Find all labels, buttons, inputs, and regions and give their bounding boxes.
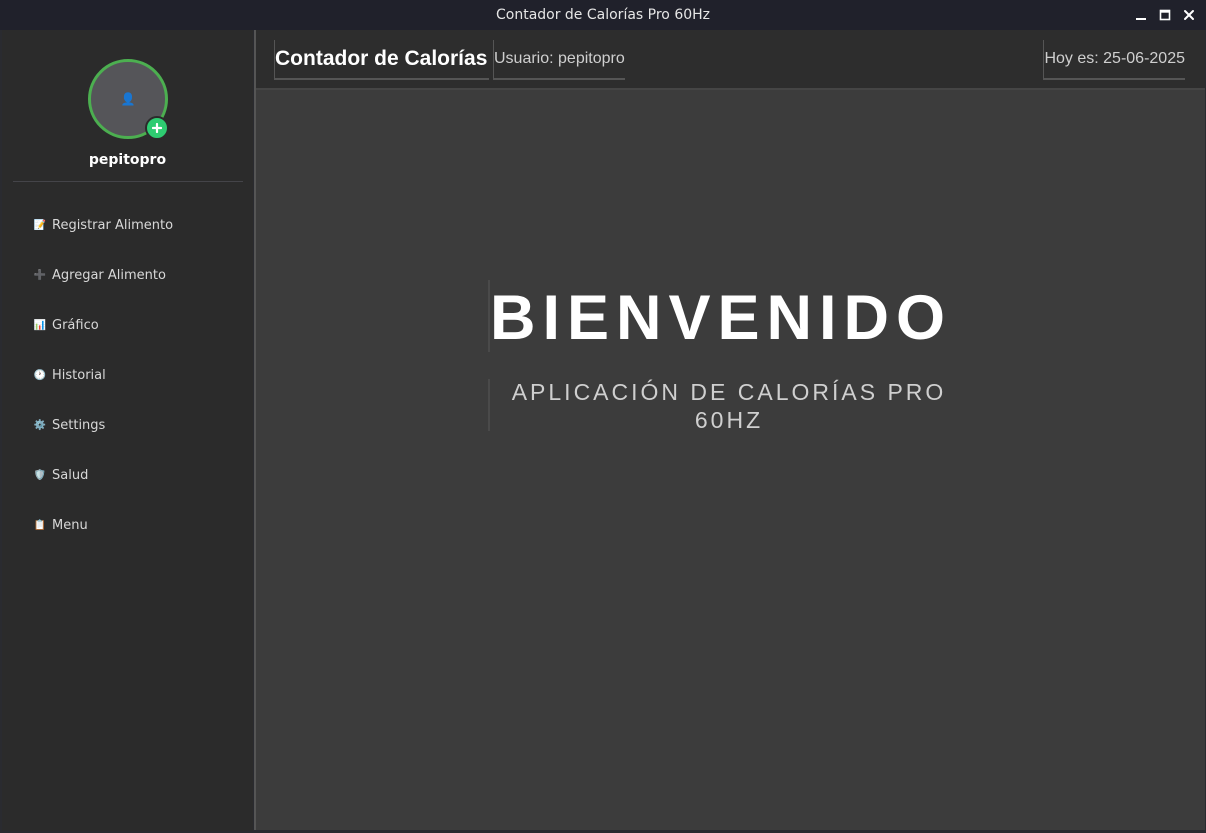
maximize-button[interactable] bbox=[1156, 6, 1174, 24]
sidebar-item-salud[interactable]: 🛡️ Salud bbox=[2, 450, 253, 500]
app-title: Contador de Calorías bbox=[274, 40, 490, 80]
sidebar-item-agregar-alimento[interactable]: ➕ Agregar Alimento bbox=[2, 250, 253, 300]
user-label: Usuario: pepitopro bbox=[493, 40, 625, 80]
bar-chart-icon: 📊 bbox=[33, 319, 47, 331]
maximize-icon bbox=[1159, 9, 1171, 21]
clock-icon: 🕐 bbox=[33, 369, 47, 381]
sidebar-item-label: Registrar Alimento bbox=[52, 217, 174, 233]
plus-icon: ➕ bbox=[33, 269, 47, 281]
date-label: Hoy es: 25-06-2025 bbox=[1043, 40, 1185, 80]
close-icon bbox=[1184, 10, 1194, 20]
sidebar-item-label: Menu bbox=[52, 517, 88, 533]
sidebar-divider bbox=[13, 181, 243, 182]
sidebar-item-historial[interactable]: 🕐 Historial bbox=[2, 350, 253, 400]
sidebar-nav: 📝 Registrar Alimento ➕ Agregar Alimento … bbox=[2, 200, 253, 550]
main-content: Contador de Calorías Usuario: pepitopro … bbox=[254, 30, 1205, 830]
header-bar: Contador de Calorías Usuario: pepitopro … bbox=[256, 30, 1205, 90]
sidebar: 👤 pepitopro 📝 Registrar Alimento ➕ Agreg… bbox=[2, 30, 253, 831]
sidebar-item-label: Gráfico bbox=[52, 317, 99, 333]
plus-icon bbox=[152, 123, 162, 133]
sidebar-item-menu[interactable]: 📋 Menu bbox=[2, 500, 253, 550]
memo-icon: 📝 bbox=[33, 219, 47, 231]
gear-icon: ⚙️ bbox=[33, 419, 47, 431]
title-bar[interactable]: Contador de Calorías Pro 60Hz bbox=[0, 0, 1206, 30]
sidebar-item-label: Settings bbox=[52, 417, 106, 433]
avatar-container: 👤 bbox=[88, 59, 169, 140]
window-title: Contador de Calorías Pro 60Hz bbox=[495, 7, 711, 23]
sidebar-item-settings[interactable]: ⚙️ Settings bbox=[2, 400, 253, 450]
close-button[interactable] bbox=[1180, 6, 1198, 24]
minimize-button[interactable] bbox=[1132, 6, 1150, 24]
minimize-icon bbox=[1136, 18, 1146, 20]
sidebar-item-label: Historial bbox=[52, 367, 106, 383]
sidebar-item-label: Salud bbox=[52, 467, 89, 483]
user-icon: 👤 bbox=[120, 92, 136, 106]
sidebar-item-registrar-alimento[interactable]: 📝 Registrar Alimento bbox=[2, 200, 253, 250]
sidebar-item-label: Agregar Alimento bbox=[52, 267, 166, 283]
sidebar-item-grafico[interactable]: 📊 Gráfico bbox=[2, 300, 253, 350]
window-controls bbox=[1132, 0, 1198, 30]
sidebar-username: pepitopro bbox=[88, 152, 167, 168]
clipboard-icon: 📋 bbox=[33, 519, 47, 531]
welcome-subtitle: APLICACIÓN DE CALORÍAS PRO 60HZ bbox=[511, 379, 947, 433]
app-window: Contador de Calorías Pro 60Hz 👤 pepitopr… bbox=[0, 0, 1206, 833]
add-avatar-button[interactable] bbox=[145, 116, 169, 140]
welcome-title: BIENVENIDO bbox=[490, 283, 953, 353]
shield-icon: 🛡️ bbox=[33, 469, 47, 481]
